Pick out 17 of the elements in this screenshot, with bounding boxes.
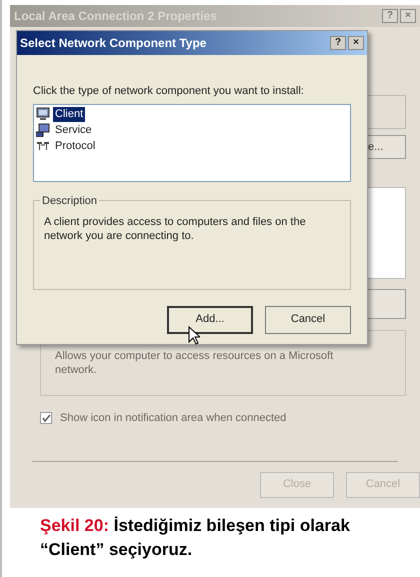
description-text: A client provides access to computers and files on the network you are connecting to. [44,214,307,242]
add-button[interactable]: Add... [167,306,253,334]
checkbox[interactable] [40,412,52,424]
close-button[interactable]: × [348,36,364,50]
list-item[interactable]: Protocol [53,138,98,154]
help-button[interactable]: ? [330,36,346,50]
mouse-cursor-icon [188,326,200,345]
computer-icon [36,123,50,137]
dialog-title: Select Network Component Type [20,35,208,52]
checkbox-label: Show icon in notification area when connected [60,411,286,426]
computer-icon [36,107,50,121]
list-item[interactable]: Client [53,106,86,122]
prompt-text: Click the type of network component you want to install: [33,84,305,99]
figure-caption: Şekil 20: İstediğimiz bileşen tipi olarak “Client” seçiyoruz. [40,515,351,561]
description-text: Allows your computer to access resources on a Microsoft network. [55,349,334,377]
cancel-button[interactable]: Cancel [265,306,351,334]
list-item[interactable]: Service [53,122,94,138]
